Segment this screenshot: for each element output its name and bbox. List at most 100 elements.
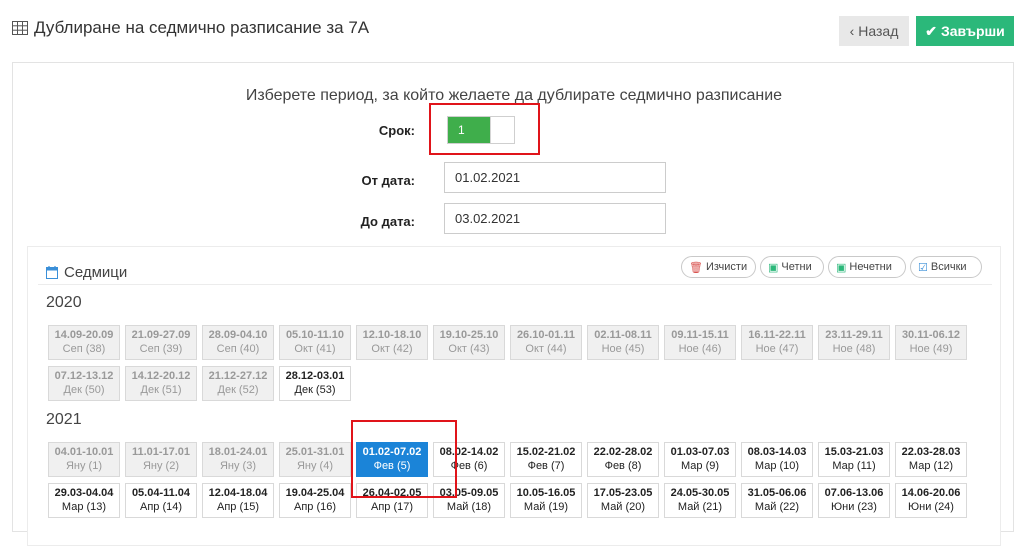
week-month: Апр (14) <box>139 501 183 513</box>
week-range: 26.04-02.05 <box>362 487 422 499</box>
week-month: Мар (13) <box>61 501 107 513</box>
week-cell[interactable]: 19.04-25.04 Апр (16) <box>279 483 351 518</box>
from-date-input[interactable] <box>444 162 666 193</box>
duplicate-panel: Изберете период, за който желаете да дуб… <box>12 62 1014 546</box>
calendar-plus-icon: ▣ <box>768 261 779 274</box>
week-range: 21.09-27.09 <box>131 329 191 341</box>
week-month: Яну (3) <box>219 460 257 472</box>
week-cell[interactable]: 21.09-27.09 Сеп (39) <box>125 325 197 360</box>
week-cell[interactable]: 26.10-01.11 Окт (44) <box>510 325 582 360</box>
odd-weeks-button[interactable]: ▣ Нечетни <box>828 256 906 278</box>
week-cell[interactable]: 15.02-21.02 Фев (7) <box>510 442 582 477</box>
week-cell[interactable]: 14.12-20.12 Дек (51) <box>125 366 197 401</box>
week-cell[interactable]: 29.03-04.04 Мар (13) <box>48 483 120 518</box>
weeks-title-text: Седмици <box>64 264 128 281</box>
week-cell[interactable]: 01.02-07.02 Фев (5) <box>356 442 428 477</box>
week-month: Дек (52) <box>217 384 259 396</box>
week-range: 01.03-07.03 <box>670 446 730 458</box>
week-cell[interactable]: 26.04-02.05 Апр (17) <box>356 483 428 518</box>
week-month: Дек (51) <box>140 384 182 396</box>
calendar-check-icon: ☑ <box>918 261 928 274</box>
week-month: Май (20) <box>600 501 646 513</box>
back-button[interactable]: ‹ Назад <box>839 16 909 46</box>
week-month: Сеп (38) <box>62 343 106 355</box>
week-cell[interactable]: 12.10-18.10 Окт (42) <box>356 325 428 360</box>
week-range: 28.09-04.10 <box>208 329 268 341</box>
week-month: Яну (1) <box>65 460 103 472</box>
term-toggle-knob <box>490 117 514 143</box>
week-cell[interactable]: 25.01-31.01 Яну (4) <box>279 442 351 477</box>
table-grid-icon <box>12 21 28 35</box>
week-month: Май (22) <box>754 501 800 513</box>
week-month: Ное (45) <box>601 343 645 355</box>
week-cell[interactable]: 14.06-20.06 Юни (24) <box>895 483 967 518</box>
week-cell[interactable]: 16.11-22.11 Ное (47) <box>741 325 813 360</box>
week-month: Фев (8) <box>604 460 642 472</box>
page-header: Дублиране на седмично разписание за 7А ‹… <box>0 0 1024 58</box>
to-date-label: До дата: <box>360 214 415 229</box>
week-cell[interactable]: 22.02-28.02 Фев (8) <box>587 442 659 477</box>
week-cell[interactable]: 08.02-14.02 Фев (6) <box>433 442 505 477</box>
even-weeks-label: Четни <box>781 261 812 273</box>
week-cell[interactable]: 30.11-06.12 Ное (49) <box>895 325 967 360</box>
week-cell[interactable]: 08.03-14.03 Мар (10) <box>741 442 813 477</box>
week-cell[interactable]: 05.04-11.04 Апр (14) <box>125 483 197 518</box>
clear-weeks-button[interactable]: 🗑 Изчисти <box>681 256 756 278</box>
week-cell[interactable]: 03.05-09.05 Май (18) <box>433 483 505 518</box>
week-cell[interactable]: 05.10-11.10 Окт (41) <box>279 325 351 360</box>
trash-icon: 🗑 <box>689 261 703 274</box>
week-month: Мар (11) <box>832 460 876 472</box>
week-cell[interactable]: 07.06-13.06 Юни (23) <box>818 483 890 518</box>
week-cell[interactable]: 15.03-21.03 Мар (11) <box>818 442 890 477</box>
week-cell[interactable]: 14.09-20.09 Сеп (38) <box>48 325 120 360</box>
week-cell[interactable]: 18.01-24.01 Яну (3) <box>202 442 274 477</box>
week-cell[interactable]: 19.10-25.10 Окт (43) <box>433 325 505 360</box>
week-cell[interactable]: 23.11-29.11 Ное (48) <box>818 325 890 360</box>
week-month: Окт (44) <box>525 343 567 355</box>
week-month: Яну (4) <box>296 460 334 472</box>
week-range: 07.12-13.12 <box>54 370 114 382</box>
week-range: 04.01-10.01 <box>54 446 114 458</box>
week-cell[interactable]: 22.03-28.03 Мар (12) <box>895 442 967 477</box>
week-cell[interactable]: 28.12-03.01 Дек (53) <box>279 366 351 401</box>
week-cell[interactable]: 28.09-04.10 Сеп (40) <box>202 325 274 360</box>
week-month: Ное (48) <box>832 343 876 355</box>
even-weeks-button[interactable]: ▣ Четни <box>760 256 824 278</box>
all-weeks-label: Всички <box>930 261 967 273</box>
week-month: Фев (5) <box>373 460 411 472</box>
week-cell[interactable]: 17.05-23.05 Май (20) <box>587 483 659 518</box>
week-cell[interactable]: 07.12-13.12 Дек (50) <box>48 366 120 401</box>
week-range: 15.03-21.03 <box>824 446 884 458</box>
week-cell[interactable]: 04.01-10.01 Яну (1) <box>48 442 120 477</box>
term-toggle[interactable]: 1 <box>447 116 515 144</box>
to-date-input[interactable] <box>444 203 666 234</box>
week-range: 07.06-13.06 <box>824 487 884 499</box>
week-cell[interactable]: 24.05-30.05 Май (21) <box>664 483 736 518</box>
week-month: Юни (23) <box>831 501 877 513</box>
term-toggle-value: 1 <box>448 117 490 143</box>
finish-button[interactable]: ✔ Завърши <box>916 16 1014 46</box>
week-cell[interactable]: 02.11-08.11 Ное (45) <box>587 325 659 360</box>
week-cell[interactable]: 01.03-07.03 Мар (9) <box>664 442 736 477</box>
week-month: Апр (17) <box>370 501 414 513</box>
week-range: 11.01-17.01 <box>131 446 191 458</box>
week-cell[interactable]: 12.04-18.04 Апр (15) <box>202 483 274 518</box>
week-month: Окт (42) <box>371 343 413 355</box>
week-cell[interactable]: 11.01-17.01 Яну (2) <box>125 442 197 477</box>
week-month: Апр (16) <box>293 501 337 513</box>
week-month: Сеп (39) <box>139 343 183 355</box>
check-icon: ✔ <box>925 22 937 39</box>
all-weeks-button[interactable]: ☑ Всички <box>910 256 982 278</box>
weeks-divider <box>38 284 992 285</box>
week-month: Май (18) <box>446 501 492 513</box>
week-cell[interactable]: 09.11-15.11 Ное (46) <box>664 325 736 360</box>
week-month: Яну (2) <box>142 460 180 472</box>
week-cell[interactable]: 21.12-27.12 Дек (52) <box>202 366 274 401</box>
week-range: 19.04-25.04 <box>285 487 345 499</box>
week-range: 12.04-18.04 <box>208 487 268 499</box>
week-range: 18.01-24.01 <box>208 446 268 458</box>
week-range: 14.06-20.06 <box>901 487 961 499</box>
week-cell[interactable]: 31.05-06.06 Май (22) <box>741 483 813 518</box>
week-cell[interactable]: 10.05-16.05 Май (19) <box>510 483 582 518</box>
finish-button-label: Завърши <box>940 23 1005 39</box>
